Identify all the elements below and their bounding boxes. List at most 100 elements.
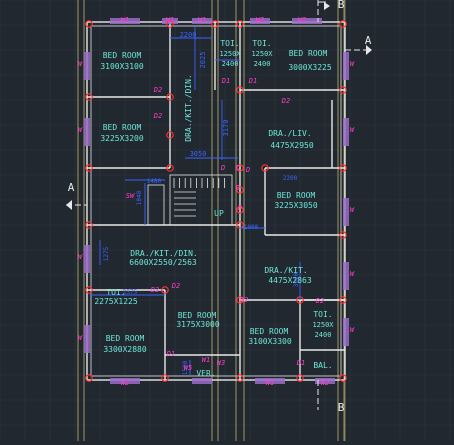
room-size-toi3: 2275X1225	[94, 297, 138, 306]
tag-window-w: W	[78, 253, 83, 261]
tag-window-w: W	[350, 60, 355, 68]
room-size-bed1: 3100X3100	[100, 62, 144, 71]
tag-door-d2: D2	[150, 286, 159, 294]
room-name-dra-liv: DRA./LIV.	[268, 129, 311, 138]
dimension-label: 1275	[103, 246, 110, 261]
section-mark-a-right: A	[365, 34, 372, 47]
tag-window-w: W	[78, 126, 83, 134]
tag-window-w: W	[350, 270, 355, 278]
dimension-label: 2200	[283, 175, 298, 182]
tag-window-w1: W1	[121, 16, 129, 24]
room-size2-toi1: 2400	[222, 60, 239, 68]
tag-door-d: D	[235, 184, 240, 192]
room-size2-toi4: 2400	[315, 331, 332, 339]
room-name-bal: BAL.	[313, 361, 332, 370]
tag-door-d: D	[235, 164, 240, 172]
room-name-bed3: BED ROOM	[103, 123, 142, 132]
tag-door-d1: D1	[166, 350, 175, 358]
room-size-bed5: 3175X3000	[176, 320, 220, 329]
room-name-bed4: BED ROOM	[277, 191, 316, 200]
room-name-drakit2: DRA./KIT./DIN.	[130, 249, 197, 258]
window	[343, 262, 349, 290]
room-size-toi2: 1250X	[251, 50, 273, 58]
room-size-drakit2: 6600X2550/2563	[129, 258, 197, 267]
stair-up-label: UP	[214, 209, 224, 218]
dimension-label: 1048	[136, 190, 143, 205]
room-name-drakit1: DRA./KIT./DIN.	[184, 74, 193, 141]
tag-window-w: W	[78, 334, 83, 342]
tag-door-d1: D1	[221, 77, 230, 85]
tag-door-d1: D1	[296, 359, 305, 367]
room-size-drakit3: 4475X2863	[268, 276, 312, 285]
room-size-bed4: 3225X3050	[274, 201, 318, 210]
tag-door-d2: D2	[153, 86, 162, 94]
tag-window-w: W	[78, 60, 83, 68]
room-name-toi1: TOI.	[220, 39, 239, 48]
dimension-label: 2025	[199, 52, 207, 69]
tag-window-w2: W2	[298, 16, 306, 24]
stair-landing	[147, 184, 165, 226]
room-name-ver: VER.	[196, 369, 215, 378]
tag-door-d2: D2	[153, 112, 162, 120]
window	[84, 245, 90, 273]
tag-window-w: W	[350, 126, 355, 134]
tag-door-d2: D2	[171, 282, 180, 290]
room-size2-toi2: 2400	[254, 60, 271, 68]
tag-window-w: W	[350, 326, 355, 334]
window	[343, 198, 349, 226]
tag-window-w1: W1	[266, 379, 274, 387]
tag-door-d: D	[220, 164, 225, 172]
room-size-toi1: 1250X	[219, 50, 241, 58]
tag-window-w: W	[350, 206, 355, 214]
dimension-label: 2200	[180, 31, 197, 39]
room-size-bed7: 3100X3300	[248, 337, 292, 346]
section-mark-b-top: B	[338, 0, 345, 11]
room-size-toi4: 1250X	[312, 321, 334, 329]
floor-plan[interactable]: 2200202531703050148010481000127523753000…	[0, 0, 454, 441]
room-name-bed5: BED ROOM	[178, 311, 217, 320]
room-name-drakit3: DRA./KIT.	[264, 266, 307, 275]
window	[84, 118, 90, 146]
room-name-bed1: BED ROOM	[103, 51, 142, 60]
tag-door-d2: D2	[315, 297, 324, 305]
tag-window-w1: W1	[198, 16, 206, 24]
room-size-bed3: 3225X3200	[100, 134, 144, 143]
window	[84, 325, 90, 353]
room-name-toi4: TOI.	[313, 310, 332, 319]
window	[343, 118, 349, 146]
window	[84, 52, 90, 80]
room-size-bed6: 3300X2880	[103, 345, 147, 354]
text-layer: BED ROOM 3100X3100 TOI. 1250X 2400 TOI. 1250X 2…	[78, 16, 355, 387]
tag-window-sw: SW	[126, 192, 135, 200]
room-size-dra-liv: 4475X2950	[270, 141, 314, 150]
cad-drawing-canvas[interactable]: 2200 2025 3170 3050 1480 1048 1000 1275 2375 3000…	[0, 0, 454, 441]
tag-window-w3: W3	[217, 359, 225, 367]
tag-window-w1: W1	[166, 16, 174, 24]
room-name-toi3: TOI.	[106, 288, 125, 297]
tag-window-w2: W2	[321, 379, 329, 387]
dimension-label: 1000	[244, 224, 259, 231]
dimension-label: 1480	[147, 178, 162, 185]
tag-window-w5: W5	[184, 364, 192, 372]
section-arrow	[66, 200, 72, 210]
tag-door-d2: D2	[281, 97, 290, 105]
dimension-label: 3170	[222, 120, 230, 137]
tag-window-w1: W1	[202, 356, 210, 364]
tag-door-d: D	[237, 204, 242, 212]
window	[343, 318, 349, 346]
section-mark-b-bottom: B	[338, 401, 345, 414]
room-name-bed6: BED ROOM	[106, 334, 145, 343]
section-mark-a-left: A	[68, 181, 75, 194]
tag-door-d1: D1	[248, 77, 257, 85]
tag-door-d: D	[245, 166, 250, 174]
tag-window-w2: W2	[256, 16, 264, 24]
room-size-bed2: 3000X3225	[288, 63, 332, 72]
room-name-toi2: TOI.	[252, 39, 271, 48]
window	[343, 52, 349, 80]
dimension-label: 3050	[190, 150, 207, 158]
room-name-bed7: BED ROOM	[250, 327, 289, 336]
window	[192, 378, 212, 384]
tag-door-d2: D2	[239, 296, 248, 304]
room-name-bed2: BED ROOM	[289, 49, 328, 58]
section-arrow	[324, 2, 330, 10]
